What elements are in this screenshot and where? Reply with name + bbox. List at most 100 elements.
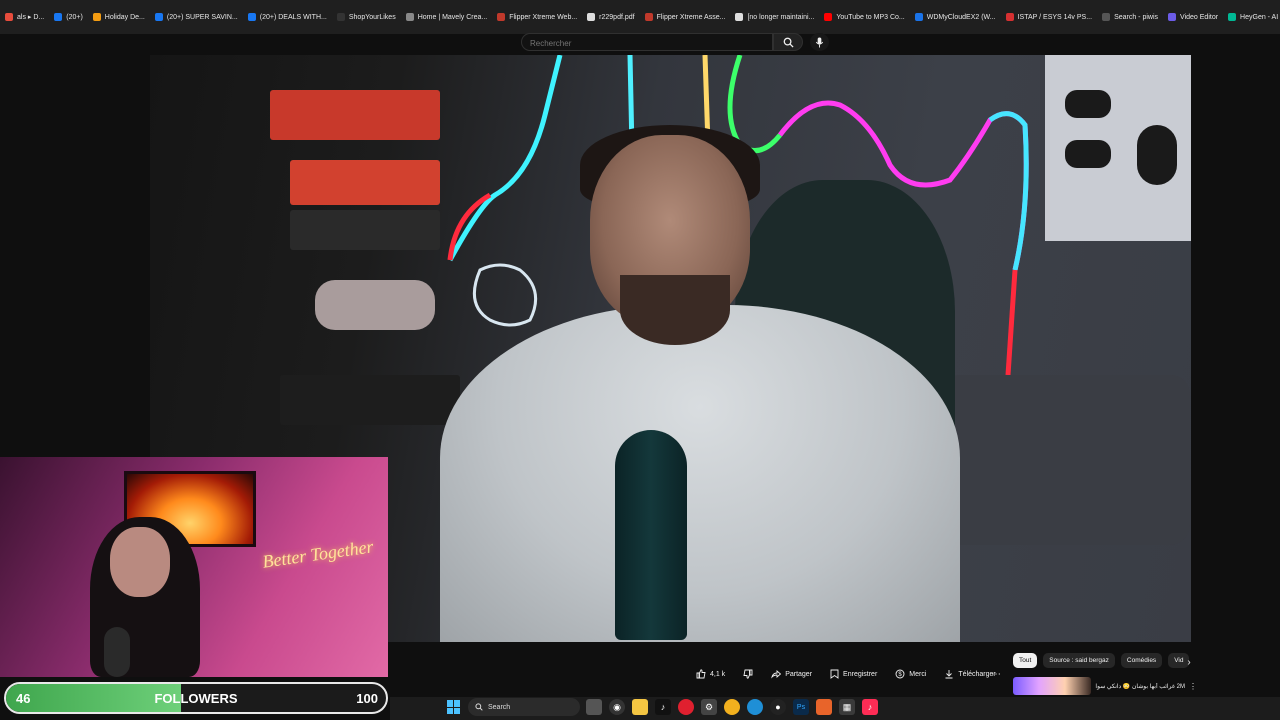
- kebab-menu-icon[interactable]: ⋮: [1189, 682, 1197, 691]
- bookmark-label: WDMyCloudEX2 (W...: [926, 13, 996, 21]
- bookmark-label: Search - piwis: [1114, 13, 1159, 21]
- bookmark-label: HeyGen - AI Spokes...: [1240, 13, 1280, 21]
- bookmark-item[interactable]: YouTube to MP3 Co...: [819, 10, 909, 24]
- bookmark-favicon-icon: [644, 13, 653, 21]
- bookmark-favicon-icon: [405, 13, 414, 21]
- search-button[interactable]: [773, 33, 803, 51]
- followers-goal-bar: 46 FOLLOWERS 100: [4, 682, 388, 714]
- dislike-button[interactable]: [737, 665, 759, 683]
- bookmark-item[interactable]: Holiday De...: [88, 10, 150, 24]
- save-button[interactable]: Enregistrer: [824, 665, 883, 683]
- chip-all[interactable]: Tout: [1013, 652, 1038, 668]
- bookmark-label: Home | Mavely Crea...: [417, 13, 488, 21]
- recommended-video[interactable]: 2M غرائب أبها بوشان 😳 دانكي سوان نوين ⋮: [1013, 676, 1203, 696]
- save-label: Enregistrer: [843, 670, 878, 678]
- bookmarks-bar: als ▸ D... (20+) Holiday De... (20+) SUPER …: [0, 0, 1280, 34]
- recommended-title[interactable]: 2M غرائب أبها بوشان 😳 دانكي سوان نوين: [1095, 683, 1185, 690]
- bookmark-favicon-icon: [824, 13, 833, 21]
- bookmark-item[interactable]: r229pdf.pdf: [582, 10, 639, 24]
- bookmark-item[interactable]: Search - piwis: [1097, 10, 1163, 24]
- bookmark-favicon-icon: [336, 13, 345, 21]
- download-icon: [945, 670, 953, 679]
- opera-icon[interactable]: [678, 699, 694, 715]
- webcam-microphone: [104, 627, 130, 677]
- bookmark-favicon-icon: [735, 13, 744, 21]
- bookmark-favicon-icon: [54, 13, 63, 21]
- bookmark-label: Flipper Xtreme Web...: [509, 13, 578, 21]
- bookmark-item[interactable]: Flipper Xtreme Web...: [492, 10, 582, 24]
- task-view-icon[interactable]: [586, 699, 602, 715]
- beard: [620, 275, 730, 345]
- app-grid-icon[interactable]: ▦: [839, 699, 855, 715]
- bookmark-label: (20+) DEALS WITH...: [259, 13, 327, 21]
- chevron-right-icon: ›: [1187, 656, 1191, 668]
- taskbar-search[interactable]: Search: [468, 698, 580, 716]
- bookmark-item[interactable]: Home | Mavely Crea...: [401, 10, 493, 24]
- bookmark-icon: [830, 669, 839, 679]
- bookmark-item[interactable]: ShopYourLikes: [332, 10, 401, 24]
- bookmark-label: r229pdf.pdf: [599, 13, 635, 21]
- bookmark-item[interactable]: WDMyCloudEX2 (W...: [910, 10, 1001, 24]
- thumbs-up-icon: [696, 669, 706, 679]
- like-count: 4,1 k: [710, 670, 726, 678]
- taskbar-apps: ◉ ♪ ⚙ ● Ps ▦ ♪: [586, 699, 878, 715]
- bookmark-favicon-icon: [1102, 13, 1111, 21]
- bookmark-item[interactable]: (20+) SUPER SAVIN...: [150, 10, 243, 24]
- voice-search-button[interactable]: [810, 33, 829, 51]
- search-input[interactable]: [530, 37, 760, 49]
- bookmark-favicon-icon: [1228, 13, 1237, 21]
- bookmark-label: YouTube to MP3 Co...: [836, 13, 905, 21]
- bookmark-label: Flipper Xtreme Asse...: [656, 13, 726, 21]
- more-actions-button[interactable]: ⋯: [988, 666, 1004, 682]
- bookmark-item[interactable]: (20+) DEALS WITH...: [243, 10, 332, 24]
- share-label: Partager: [785, 670, 813, 678]
- microphone-icon: [815, 36, 824, 48]
- chrome-canary-icon[interactable]: [724, 699, 740, 715]
- followers-label: FOLLOWERS: [154, 691, 238, 706]
- tiktok-live-icon[interactable]: ♪: [862, 699, 878, 715]
- hoodie: [440, 305, 960, 642]
- bookmark-favicon-icon: [92, 13, 101, 21]
- bookmark-item[interactable]: Flipper Xtreme Asse...: [640, 10, 731, 24]
- recommended-thumbnail[interactable]: [1013, 677, 1091, 695]
- bookmark-item[interactable]: (20+): [49, 10, 88, 24]
- app-orange-icon[interactable]: [816, 699, 832, 715]
- bookmark-favicon-icon: [1168, 13, 1177, 21]
- thanks-button[interactable]: $ Merci: [889, 665, 932, 683]
- chip-comedies[interactable]: Comédies: [1120, 652, 1163, 668]
- followers-goal: 100: [356, 691, 378, 706]
- bookmark-item[interactable]: HeyGen - AI Spokes...: [1223, 10, 1280, 24]
- bookmark-favicon-icon: [247, 13, 256, 21]
- edge-icon[interactable]: [747, 699, 763, 715]
- bookmark-favicon-icon: [1005, 13, 1014, 21]
- streamer-face: [110, 527, 170, 597]
- bookmark-item[interactable]: Video Editor: [1163, 10, 1223, 24]
- thanks-label: Merci: [909, 670, 927, 678]
- related-chips: Tout Source : said bergaz Comédies Vid: [1013, 652, 1190, 668]
- share-button[interactable]: Partager: [765, 665, 818, 683]
- thumbs-down-icon: [743, 669, 753, 679]
- bookmark-label: ShopYourLikes: [348, 13, 396, 21]
- chrome-icon[interactable]: ◉: [609, 699, 625, 715]
- bookmark-item[interactable]: [no longer maintaini...: [730, 10, 819, 24]
- windows-start-button[interactable]: [447, 700, 461, 714]
- sofa: [940, 375, 1190, 545]
- chip-source[interactable]: Source : said bergaz: [1043, 652, 1115, 668]
- photoshop-icon[interactable]: Ps: [793, 699, 809, 715]
- search-box[interactable]: [521, 33, 773, 51]
- tiktok-icon[interactable]: ♪: [655, 699, 671, 715]
- bookmark-item[interactable]: als ▸ D...: [0, 10, 49, 24]
- neon-sign: Better Together: [261, 536, 375, 572]
- bookmark-item[interactable]: ISTAP / ESYS 14v PS...: [1001, 10, 1097, 24]
- bookmark-label: als ▸ D...: [17, 14, 45, 21]
- bookmark-favicon-icon: [914, 13, 923, 21]
- bookmark-label: ISTAP / ESYS 14v PS...: [1017, 13, 1093, 21]
- obs-icon[interactable]: ●: [770, 699, 786, 715]
- bookmark-label: Video Editor: [1180, 13, 1219, 21]
- like-button[interactable]: 4,1 k: [690, 665, 731, 683]
- file-explorer-icon[interactable]: [632, 699, 648, 715]
- super-thanks-icon: $: [895, 669, 905, 679]
- chips-next-button[interactable]: ›: [1182, 655, 1196, 669]
- settings-gear-icon[interactable]: ⚙: [701, 699, 717, 715]
- share-icon: [771, 670, 782, 679]
